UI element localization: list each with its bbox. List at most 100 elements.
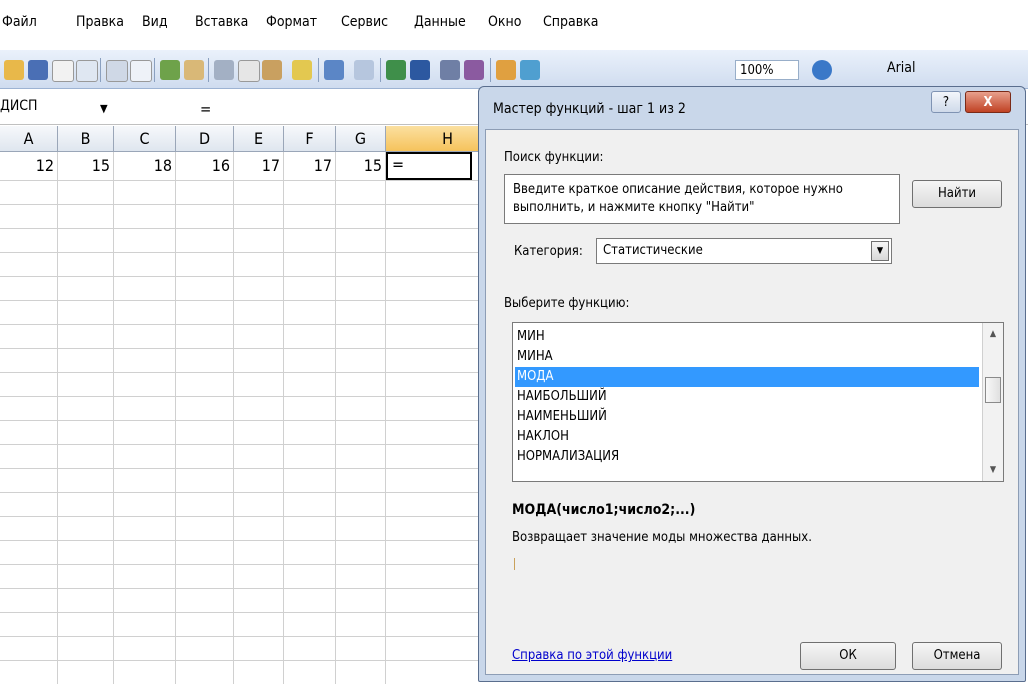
- menu-window[interactable]: Окно: [488, 14, 521, 30]
- grid-line: [0, 420, 510, 421]
- list-item[interactable]: НАКЛОН: [515, 427, 979, 447]
- chevron-down-icon[interactable]: ▼: [871, 241, 889, 261]
- menu-bar: Файл Правка Вид Вставка Формат Сервис Да…: [0, 0, 1028, 46]
- column-header-c[interactable]: C: [114, 126, 176, 152]
- grid-line: [0, 636, 510, 637]
- menu-format[interactable]: Формат: [266, 14, 317, 30]
- list-item[interactable]: НАИБОЛЬШИЙ: [515, 387, 979, 407]
- grid-line: [0, 516, 510, 517]
- grid-line: [0, 180, 510, 181]
- scroll-up-icon[interactable]: ▲: [983, 325, 1003, 343]
- grid-line: [0, 228, 510, 229]
- cell-g1[interactable]: 15: [336, 156, 386, 178]
- grid-line: [0, 348, 510, 349]
- grid-line: [0, 444, 510, 445]
- menu-data[interactable]: Данные: [414, 14, 466, 30]
- grid-line: [0, 564, 510, 565]
- cell-h1-active[interactable]: =: [386, 152, 472, 180]
- cell-f1[interactable]: 17: [284, 156, 336, 178]
- sort-descending-icon[interactable]: [464, 60, 484, 80]
- dialog-body: Поиск функции: Введите краткое описание …: [485, 129, 1019, 675]
- list-item-selected[interactable]: МОДА: [515, 367, 979, 387]
- zoom-dropdown[interactable]: 100%: [735, 60, 799, 80]
- grid-line: [283, 152, 284, 684]
- toolbar-separator: [100, 58, 101, 82]
- dialog-help-button[interactable]: ?: [931, 91, 961, 113]
- hyperlink-icon[interactable]: [386, 60, 406, 80]
- column-header-a[interactable]: A: [0, 126, 58, 152]
- category-select[interactable]: Статистические ▼: [596, 238, 892, 264]
- menu-tools[interactable]: Сервис: [341, 14, 388, 30]
- redo-icon[interactable]: [354, 60, 374, 80]
- column-header-g[interactable]: G: [336, 126, 386, 152]
- sort-ascending-icon[interactable]: [440, 60, 460, 80]
- cell-b1[interactable]: 15: [58, 156, 114, 178]
- select-function-label: Выберите функцию:: [504, 296, 630, 311]
- research-icon[interactable]: [184, 60, 204, 80]
- cell-c1[interactable]: 18: [114, 156, 176, 178]
- autosum-icon[interactable]: [410, 60, 430, 80]
- open-icon[interactable]: [4, 60, 24, 80]
- grid-line: [57, 152, 58, 684]
- column-header-b[interactable]: B: [58, 126, 114, 152]
- grid-line: [0, 300, 510, 301]
- worksheet-grid: A B C D E F G H 12 15 18 16 17 17 15 =: [0, 126, 510, 684]
- grid-line: [0, 204, 510, 205]
- spelling-icon[interactable]: [160, 60, 180, 80]
- text-caret: [514, 558, 515, 570]
- menu-view[interactable]: Вид: [142, 14, 168, 30]
- grid-line: [0, 492, 510, 493]
- function-help-link[interactable]: Справка по этой функции: [512, 648, 672, 663]
- column-header-d[interactable]: D: [176, 126, 234, 152]
- list-item[interactable]: НОРМАЛИЗАЦИЯ: [515, 447, 979, 467]
- category-select-value: Статистические: [603, 243, 703, 258]
- column-header-f[interactable]: F: [284, 126, 336, 152]
- chevron-down-icon[interactable]: ▼: [100, 102, 108, 115]
- grid-line: [0, 396, 510, 397]
- scroll-down-icon[interactable]: ▼: [983, 461, 1003, 479]
- column-header-e[interactable]: E: [234, 126, 284, 152]
- drawing-icon[interactable]: [520, 60, 540, 80]
- function-list-scrollbar[interactable]: ▲ ▼: [982, 323, 1003, 481]
- menu-edit[interactable]: Правка: [76, 14, 124, 30]
- save-icon[interactable]: [28, 60, 48, 80]
- menu-file[interactable]: Файл: [2, 14, 37, 30]
- list-item[interactable]: МИНА: [515, 347, 979, 367]
- cancel-button[interactable]: Отмена: [912, 642, 1002, 670]
- function-list[interactable]: МИН МИНА МОДА НАИБОЛЬШИЙ НАИМЕНЬШИЙ НАКЛ…: [512, 322, 1004, 482]
- undo-icon[interactable]: [324, 60, 344, 80]
- scroll-thumb[interactable]: [985, 377, 1001, 403]
- copy-icon[interactable]: [238, 60, 260, 82]
- toolbar-separator: [154, 58, 155, 82]
- list-item[interactable]: МИН: [515, 327, 979, 347]
- grid-line: [0, 612, 510, 613]
- search-function-input[interactable]: Введите краткое описание действия, котор…: [504, 174, 900, 224]
- cell-a1[interactable]: 12: [0, 156, 58, 178]
- font-name-box[interactable]: Arial: [887, 60, 916, 76]
- paste-icon[interactable]: [262, 60, 282, 80]
- permission-icon[interactable]: [52, 60, 74, 82]
- find-button[interactable]: Найти: [912, 180, 1002, 208]
- cell-e1[interactable]: 17: [234, 156, 284, 178]
- category-label: Категория:: [514, 244, 583, 259]
- grid-line: [113, 152, 114, 684]
- email-icon[interactable]: [76, 60, 98, 82]
- menu-insert[interactable]: Вставка: [195, 14, 248, 30]
- grid-line: [385, 152, 386, 684]
- print-preview-icon[interactable]: [130, 60, 152, 82]
- list-item[interactable]: НАИМЕНЬШИЙ: [515, 407, 979, 427]
- toolbar-separator: [318, 58, 319, 82]
- formula-input[interactable]: =: [200, 100, 211, 118]
- function-description: Возвращает значение моды множества данны…: [512, 530, 812, 545]
- cell-d1[interactable]: 16: [176, 156, 234, 178]
- toolbar-separator: [380, 58, 381, 82]
- cut-icon[interactable]: [214, 60, 234, 80]
- menu-help[interactable]: Справка: [543, 14, 599, 30]
- grid-line: [0, 252, 510, 253]
- ok-button[interactable]: ОК: [800, 642, 896, 670]
- dialog-close-button[interactable]: X: [965, 91, 1011, 113]
- chart-wizard-icon[interactable]: [496, 60, 516, 80]
- help-icon[interactable]: [812, 60, 832, 80]
- format-painter-icon[interactable]: [292, 60, 312, 80]
- print-icon[interactable]: [106, 60, 128, 82]
